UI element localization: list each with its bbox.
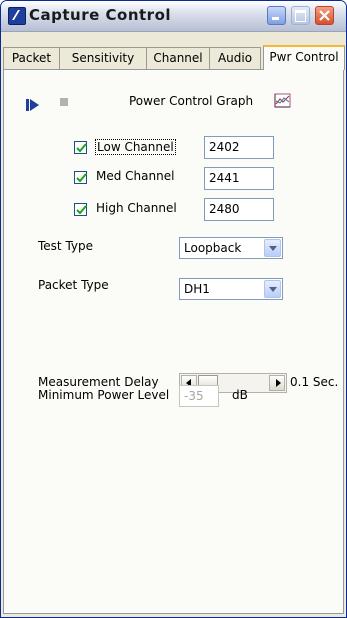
high-channel-input[interactable]: 2480 [204,198,274,221]
tab-strip: Packet Sensitivity Channel Audio Pwr Con… [3,45,346,70]
minimum-power-level-label: Minimum Power Level [38,388,170,402]
close-button[interactable] [315,6,334,25]
tab-sensitivity[interactable]: Sensitivity [59,47,147,69]
minimum-power-level-input[interactable]: -35 [179,385,219,407]
title-bar[interactable]: Capture Control [1,1,346,32]
packet-type-label: Packet Type [38,278,109,292]
chevron-down-icon[interactable] [264,280,281,298]
minimize-button[interactable] [267,6,286,25]
test-type-value: Loopback [184,241,242,255]
tab-pwr-control[interactable]: Pwr Control [263,45,345,70]
play-icon[interactable] [26,96,40,111]
med-channel-label: Med Channel [96,169,175,183]
chevron-down-icon[interactable] [264,239,281,257]
measurement-delay-value: 0.1 Sec. [290,375,339,389]
pwr-control-panel: Power Control Graph Low Channel 2402 Med… [3,69,344,614]
graph-icon[interactable] [274,93,292,109]
tab-channel[interactable]: Channel [146,47,210,69]
test-type-label: Test Type [38,239,94,253]
stop-icon[interactable] [60,98,68,106]
med-channel-input[interactable]: 2441 [204,167,274,190]
high-channel-checkbox[interactable] [74,203,87,216]
tab-packet[interactable]: Packet [3,47,60,69]
packet-type-select[interactable]: DH1 [179,278,283,300]
tab-audio[interactable]: Audio [209,47,261,69]
low-channel-checkbox[interactable] [74,141,87,154]
med-channel-checkbox[interactable] [74,171,87,184]
scroll-right-icon[interactable] [269,375,285,391]
test-type-select[interactable]: Loopback [179,237,283,259]
minimum-power-level-unit: dB [232,388,248,402]
measurement-delay-label: Measurement Delay [38,375,159,389]
app-icon[interactable] [8,7,26,25]
maximize-button[interactable] [291,6,310,25]
low-channel-input[interactable]: 2402 [204,136,274,159]
packet-type-value: DH1 [184,282,210,296]
window-title: Capture Control [29,6,172,24]
power-control-graph-label: Power Control Graph [129,94,254,108]
capture-control-window: Capture Control Packet Sensitivity Chann… [0,0,347,618]
low-channel-label: Low Channel [95,139,176,155]
high-channel-label: High Channel [96,201,177,215]
